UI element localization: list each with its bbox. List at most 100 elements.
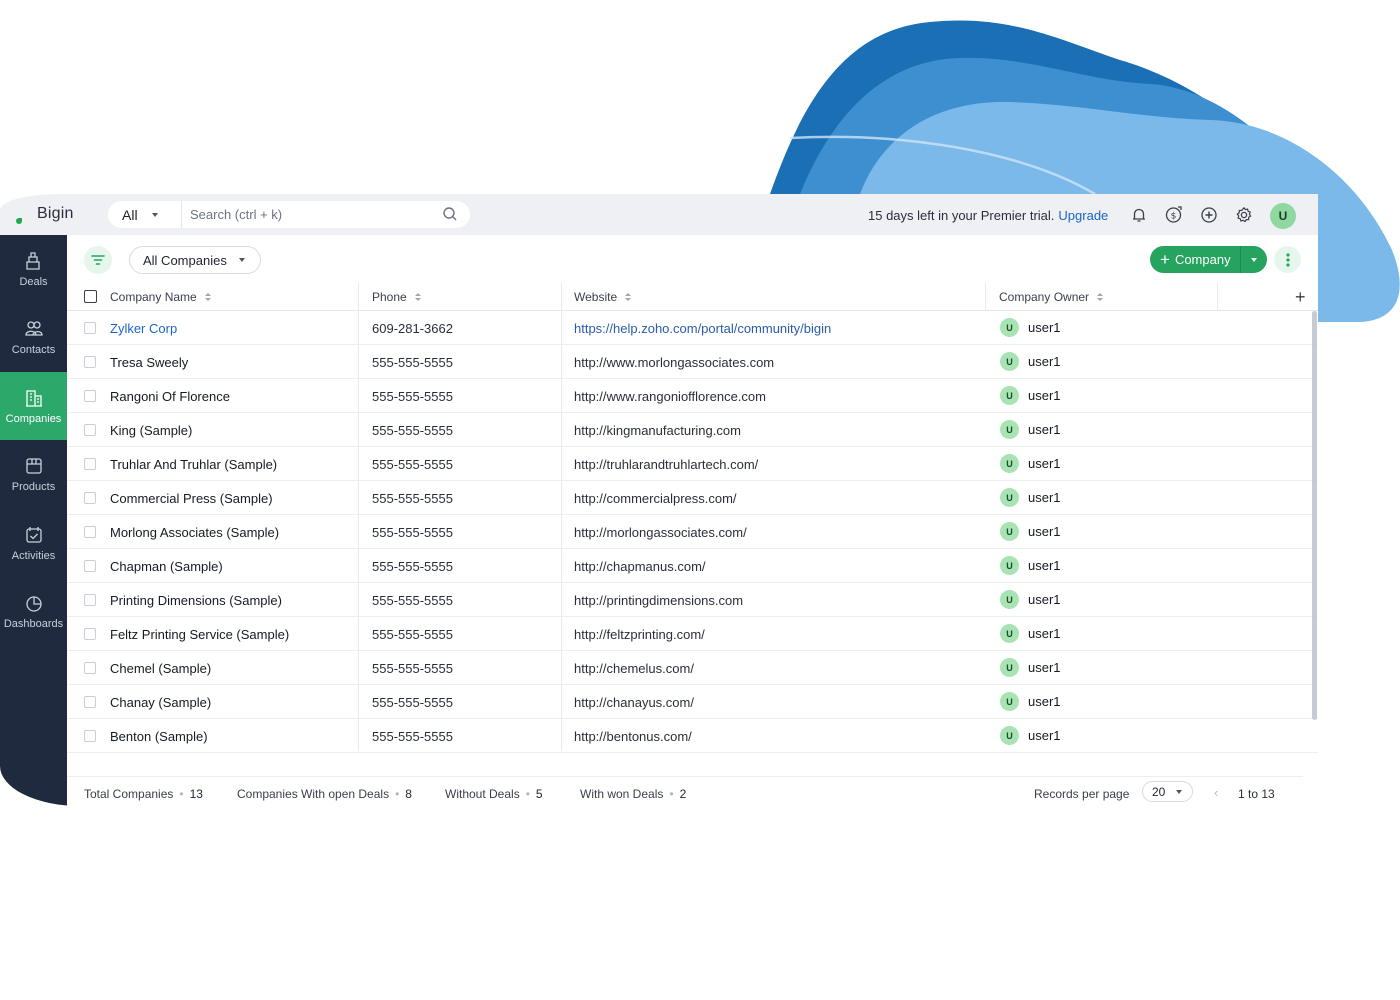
search-scope-label: All <box>122 206 138 223</box>
company-name-link[interactable]: Feltz Printing Service (Sample) <box>110 627 289 642</box>
company-name-link[interactable]: Zylker Corp <box>110 321 177 336</box>
row-checkbox[interactable] <box>84 458 96 470</box>
website-cell[interactable]: https://help.zoho.com/portal/community/b… <box>574 321 831 336</box>
add-company-button[interactable]: + Company <box>1150 246 1267 273</box>
row-checkbox[interactable] <box>84 594 96 606</box>
row-checkbox[interactable] <box>84 390 96 402</box>
owner-avatar: U <box>1000 318 1019 337</box>
row-checkbox[interactable] <box>84 730 96 742</box>
search-scope-select[interactable]: All <box>108 201 182 228</box>
website-cell[interactable]: http://chanayus.com/ <box>574 695 694 710</box>
search-icon[interactable] <box>442 206 458 222</box>
sidebar-item-label: Activities <box>11 549 56 562</box>
table-row[interactable]: Benton (Sample) 555-555-5555 http://benton… <box>67 719 1318 753</box>
owner-cell: user1 <box>1028 558 1061 573</box>
settings-icon[interactable] <box>1233 204 1254 225</box>
table-row[interactable]: Chapman (Sample) 555-555-5555 http://chapm… <box>67 549 1318 583</box>
table-row[interactable]: Zylker Corp 609-281-3662 https://help.zoho… <box>67 311 1318 345</box>
money-icon[interactable]: $ <box>1163 204 1184 225</box>
table-row[interactable]: Morlong Associates (Sample) 555-555-5555 h… <box>67 515 1318 549</box>
sidebar-item-deals[interactable]: Deals <box>0 235 67 303</box>
table-row[interactable]: Chemel (Sample) 555-555-5555 http://chemel… <box>67 651 1318 685</box>
company-name-link[interactable]: Benton (Sample) <box>110 729 208 744</box>
company-name-link[interactable]: Chanay (Sample) <box>110 695 211 710</box>
row-checkbox[interactable] <box>84 696 96 708</box>
website-cell[interactable]: http://chapmanus.com/ <box>574 559 706 574</box>
table-row[interactable]: Feltz Printing Service (Sample) 555-555-5… <box>67 617 1318 651</box>
website-cell[interactable]: http://kingmanufacturing.com <box>574 423 741 438</box>
company-name-link[interactable]: Truhlar And Truhlar (Sample) <box>110 457 277 472</box>
row-checkbox[interactable] <box>84 628 96 640</box>
sidebar-item-label: Contacts <box>11 343 56 356</box>
owner-avatar: U <box>1000 624 1019 643</box>
upgrade-link[interactable]: Upgrade <box>1058 208 1108 223</box>
website-cell[interactable]: http://chemelus.com/ <box>574 661 694 676</box>
table-row[interactable]: Truhlar And Truhlar (Sample) 555-555-5555… <box>67 447 1318 481</box>
website-cell[interactable]: http://feltzprinting.com/ <box>574 627 705 642</box>
sidebar-item-products[interactable]: Products <box>0 440 67 508</box>
more-options-button[interactable] <box>1274 246 1301 273</box>
owner-avatar: U <box>1000 488 1019 507</box>
sidebar-item-activities[interactable]: Activities <box>0 509 67 577</box>
row-checkbox[interactable] <box>84 560 96 572</box>
company-name-link[interactable]: Tresa Sweely <box>110 355 188 370</box>
owner-cell: user1 <box>1028 456 1061 471</box>
website-cell[interactable]: http://morlongassociates.com/ <box>574 525 747 540</box>
table-row[interactable]: Chanay (Sample) 555-555-5555 http://chanay… <box>67 685 1318 719</box>
records-per-page-select[interactable]: 20 <box>1142 781 1193 802</box>
user-avatar[interactable]: U <box>1270 203 1296 229</box>
table-row[interactable]: Printing Dimensions (Sample) 555-555-5555… <box>67 583 1318 617</box>
row-checkbox[interactable] <box>84 492 96 504</box>
previous-page-icon[interactable]: ‹ <box>1214 785 1218 800</box>
table-scrollbar[interactable] <box>1312 311 1317 720</box>
website-cell[interactable]: http://commercialpress.com/ <box>574 491 737 506</box>
website-cell[interactable]: http://truhlarandtruhlartech.com/ <box>574 457 758 472</box>
add-company-dropdown[interactable] <box>1240 246 1267 273</box>
table-row[interactable]: Tresa Sweely 555-555-5555 http://www.morlo… <box>67 345 1318 379</box>
row-checkbox[interactable] <box>84 662 96 674</box>
company-name-link[interactable]: Morlong Associates (Sample) <box>110 525 279 540</box>
column-header-phone[interactable]: Phone <box>372 283 421 311</box>
company-name-link[interactable]: Chapman (Sample) <box>110 559 223 574</box>
column-header-website[interactable]: Website <box>574 283 632 311</box>
table-row[interactable]: King (Sample) 555-555-5555 http://kingmanu… <box>67 413 1318 447</box>
sidebar-item-companies[interactable]: Companies <box>0 372 67 440</box>
add-column-icon[interactable]: + <box>1295 288 1306 306</box>
owner-cell: user1 <box>1028 592 1061 607</box>
table-row[interactable]: Rangoni Of Florence 555-555-5555 http://ww… <box>67 379 1318 413</box>
row-checkbox[interactable] <box>84 424 96 436</box>
phone-cell: 555-555-5555 <box>372 355 453 370</box>
search-input[interactable] <box>190 205 430 224</box>
column-header-company-name[interactable]: Company Name <box>110 283 211 311</box>
select-all-checkbox[interactable] <box>84 290 97 303</box>
row-checkbox[interactable] <box>84 356 96 368</box>
website-cell[interactable]: http://printingdimensions.com <box>574 593 743 608</box>
products-icon <box>25 457 42 474</box>
website-cell[interactable]: http://bentonus.com/ <box>574 729 692 744</box>
owner-avatar: U <box>1000 522 1019 541</box>
filter-button[interactable] <box>84 246 112 274</box>
website-cell[interactable]: http://www.morlongassociates.com <box>574 355 774 370</box>
bell-icon[interactable] <box>1128 204 1149 225</box>
owner-cell: user1 <box>1028 354 1061 369</box>
company-name-link[interactable]: Rangoni Of Florence <box>110 389 230 404</box>
sidebar-item-contacts[interactable]: Contacts <box>0 303 67 371</box>
row-checkbox[interactable] <box>84 526 96 538</box>
column-header-company-owner[interactable]: Company Owner <box>999 283 1104 311</box>
website-cell[interactable]: http://www.rangoniofflorence.com <box>574 389 766 404</box>
table-row[interactable]: Commercial Press (Sample) 555-555-5555 htt… <box>67 481 1318 515</box>
row-checkbox[interactable] <box>84 322 96 334</box>
company-name-link[interactable]: Printing Dimensions (Sample) <box>110 593 282 608</box>
company-name-link[interactable]: King (Sample) <box>110 423 192 438</box>
sort-icon <box>414 293 421 301</box>
owner-cell: user1 <box>1028 626 1061 641</box>
company-name-link[interactable]: Chemel (Sample) <box>110 661 211 676</box>
view-selector[interactable]: All Companies <box>129 246 261 274</box>
owner-avatar: U <box>1000 726 1019 745</box>
company-name-link[interactable]: Commercial Press (Sample) <box>110 491 273 506</box>
plus-circle-icon[interactable] <box>1198 204 1219 225</box>
owner-cell: user1 <box>1028 388 1061 403</box>
global-search: All <box>108 201 470 228</box>
sidebar-item-dashboards[interactable]: Dashboards <box>0 577 67 645</box>
sort-icon <box>1097 293 1104 301</box>
